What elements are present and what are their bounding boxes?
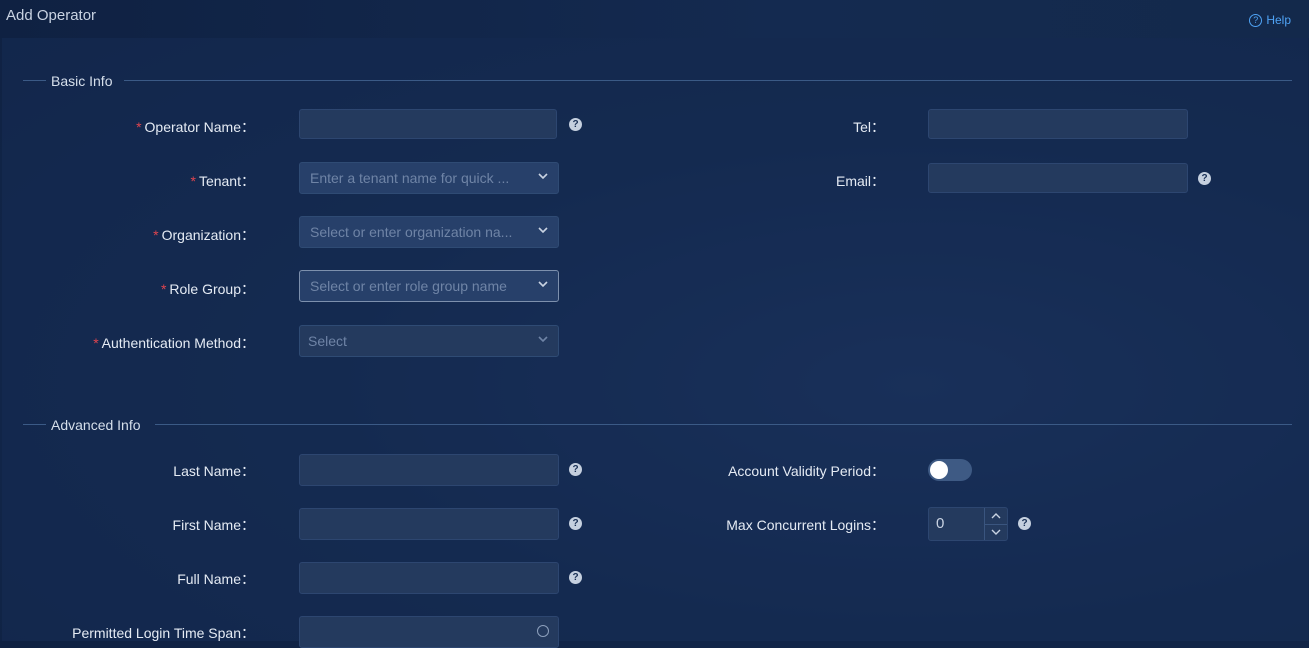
chevron-up-icon — [991, 513, 1001, 519]
page-title: Add Operator — [6, 7, 97, 24]
divider — [124, 80, 1292, 81]
colon: ： — [241, 463, 255, 479]
auth-method-placeholder: Select — [308, 333, 347, 349]
operator-name-text: Operator Name — [144, 119, 241, 135]
colon: ： — [241, 335, 255, 351]
max-logins-value[interactable]: 0 — [936, 515, 944, 532]
tel-label: Tel： — [782, 117, 885, 137]
role-group-label: * Role Group： — [2, 279, 255, 299]
role-group-placeholder: Select or enter role group name — [310, 278, 507, 294]
colon: ： — [871, 517, 885, 533]
colon: ： — [871, 463, 885, 479]
organization-label: * Organization： — [2, 225, 255, 245]
colon: ： — [241, 625, 255, 641]
decrement-button[interactable] — [985, 524, 1007, 540]
first-name-text: First Name — [172, 517, 241, 533]
auth-method-text: Authentication Method — [101, 335, 241, 351]
first-name-label: First Name： — [2, 515, 255, 535]
required-mark: * — [160, 281, 167, 297]
role-group-select[interactable]: Select or enter role group name — [299, 270, 559, 302]
required-mark: * — [136, 119, 142, 135]
operator-name-label: * Operator Name： — [2, 117, 255, 137]
colon: ： — [241, 173, 255, 189]
account-validity-label: Account Validity Period： — [682, 461, 885, 481]
organization-text: Organization — [161, 227, 241, 243]
chevron-down-icon — [538, 281, 548, 288]
help-link[interactable]: ? Help — [1249, 13, 1291, 27]
basic-info-title: Basic Info — [51, 73, 113, 89]
colon: ： — [871, 119, 885, 135]
colon: ： — [241, 517, 255, 533]
chevron-down-icon — [991, 529, 1001, 535]
title-bar: Add Operator ? Help — [0, 0, 1309, 38]
question-icon[interactable]: ? — [569, 463, 582, 476]
last-name-text: Last Name — [173, 463, 241, 479]
max-logins-stepper[interactable]: 0 — [928, 507, 1008, 541]
required-mark: * — [153, 227, 159, 243]
tenant-text: Tenant — [198, 173, 241, 189]
tel-input[interactable] — [928, 109, 1188, 139]
account-validity-toggle[interactable] — [928, 459, 972, 481]
form-panel: Basic Info * Operator Name： ? * Tenant： En… — [2, 38, 1308, 648]
tenant-select[interactable]: Enter a tenant name for quick ... — [299, 162, 559, 194]
login-time-span-label: Permitted Login Time Span： — [2, 623, 255, 643]
advanced-info-title: Advanced Info — [51, 417, 141, 433]
max-logins-label: Max Concurrent Logins： — [682, 515, 885, 535]
question-icon[interactable]: ? — [569, 571, 582, 584]
increment-button[interactable] — [985, 508, 1007, 525]
full-name-text: Full Name — [177, 571, 241, 587]
last-name-input[interactable] — [299, 454, 559, 486]
toggle-knob — [930, 461, 948, 479]
organization-placeholder: Select or enter organization na... — [310, 224, 513, 240]
full-name-label: Full Name： — [2, 569, 255, 589]
email-label: Email： — [782, 171, 885, 191]
organization-select[interactable]: Select or enter organization na... — [299, 216, 559, 248]
first-name-input[interactable] — [299, 508, 559, 540]
chevron-down-icon — [538, 227, 548, 234]
email-input[interactable] — [928, 163, 1188, 193]
max-logins-text: Max Concurrent Logins — [726, 517, 871, 533]
login-time-span-text: Permitted Login Time Span — [72, 625, 241, 641]
tenant-placeholder: Enter a tenant name for quick ... — [310, 170, 510, 186]
tel-text: Tel — [853, 119, 871, 135]
tenant-label: * Tenant： — [2, 171, 256, 191]
required-mark: * — [190, 173, 196, 189]
clock-icon — [537, 625, 549, 637]
chevron-down-icon — [538, 336, 548, 343]
stepper-buttons — [984, 508, 1007, 540]
colon: ： — [241, 571, 255, 587]
question-icon[interactable]: ? — [1198, 172, 1211, 185]
divider — [23, 424, 46, 425]
divider — [155, 424, 1292, 425]
full-name-input[interactable] — [299, 562, 559, 594]
last-name-label: Last Name： — [2, 461, 255, 481]
colon: ： — [241, 227, 255, 243]
question-icon[interactable]: ? — [569, 517, 582, 530]
divider — [23, 80, 46, 81]
question-icon[interactable]: ? — [569, 118, 582, 131]
email-text: Email — [835, 173, 871, 189]
colon: ： — [871, 173, 885, 189]
required-mark: * — [93, 335, 99, 351]
auth-method-label: * Authentication Method： — [2, 333, 255, 353]
advanced-info-heading: Advanced Info — [23, 417, 141, 433]
login-time-span-picker[interactable] — [299, 616, 559, 648]
operator-name-input[interactable] — [299, 109, 557, 139]
account-validity-text: Account Validity Period — [728, 463, 871, 479]
role-group-text: Role Group — [169, 281, 241, 297]
question-icon[interactable]: ? — [1018, 517, 1031, 530]
colon: ： — [241, 281, 255, 297]
chevron-down-icon — [538, 173, 548, 180]
auth-method-select[interactable]: Select — [299, 325, 559, 357]
help-circle-icon: ? — [1249, 13, 1263, 27]
basic-info-heading: Basic Info — [23, 73, 112, 89]
colon: ： — [241, 119, 255, 135]
help-label: Help — [1266, 13, 1291, 27]
